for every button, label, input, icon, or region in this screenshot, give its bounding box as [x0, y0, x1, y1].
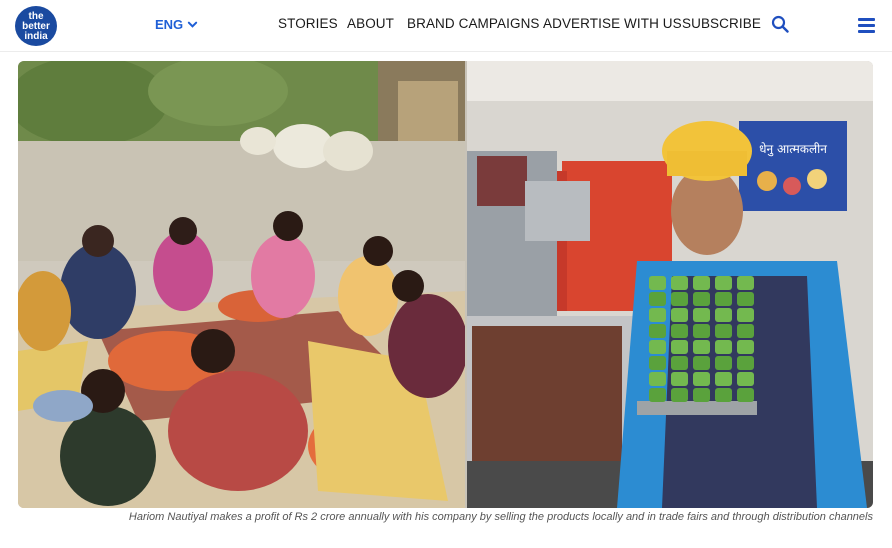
photo-women-sorting-carrots	[18, 61, 465, 508]
site-logo[interactable]: the better india	[15, 6, 57, 46]
nav-item-stories[interactable]: STORIES	[278, 16, 338, 31]
logo-line-3: india	[24, 31, 48, 42]
nav-item-about[interactable]: ABOUT	[347, 16, 394, 31]
hamburger-menu-icon[interactable]	[858, 18, 875, 33]
language-selector[interactable]: ENG	[155, 17, 198, 32]
banner-text: धेनु आत्मकलीन	[759, 142, 827, 157]
chevron-down-icon	[187, 21, 198, 28]
article-image: धेनु आत्मकलीन	[18, 61, 873, 508]
nav-item-subscribe[interactable]: SUBSCRIBE	[682, 16, 761, 31]
photo-man-holding-tray: धेनु आत्मकलीन	[467, 61, 873, 508]
site-header: the better india ENG STORIES ABOUT BRAND…	[0, 0, 892, 52]
search-icon[interactable]	[771, 15, 789, 33]
language-label: ENG	[155, 17, 184, 32]
nav-item-advertise[interactable]: ADVERTISE WITH US	[543, 16, 682, 31]
nav-item-brand-campaigns[interactable]: BRAND CAMPAIGNS	[407, 16, 540, 31]
image-caption: Hariom Nautiyal makes a profit of Rs 2 c…	[128, 511, 873, 523]
